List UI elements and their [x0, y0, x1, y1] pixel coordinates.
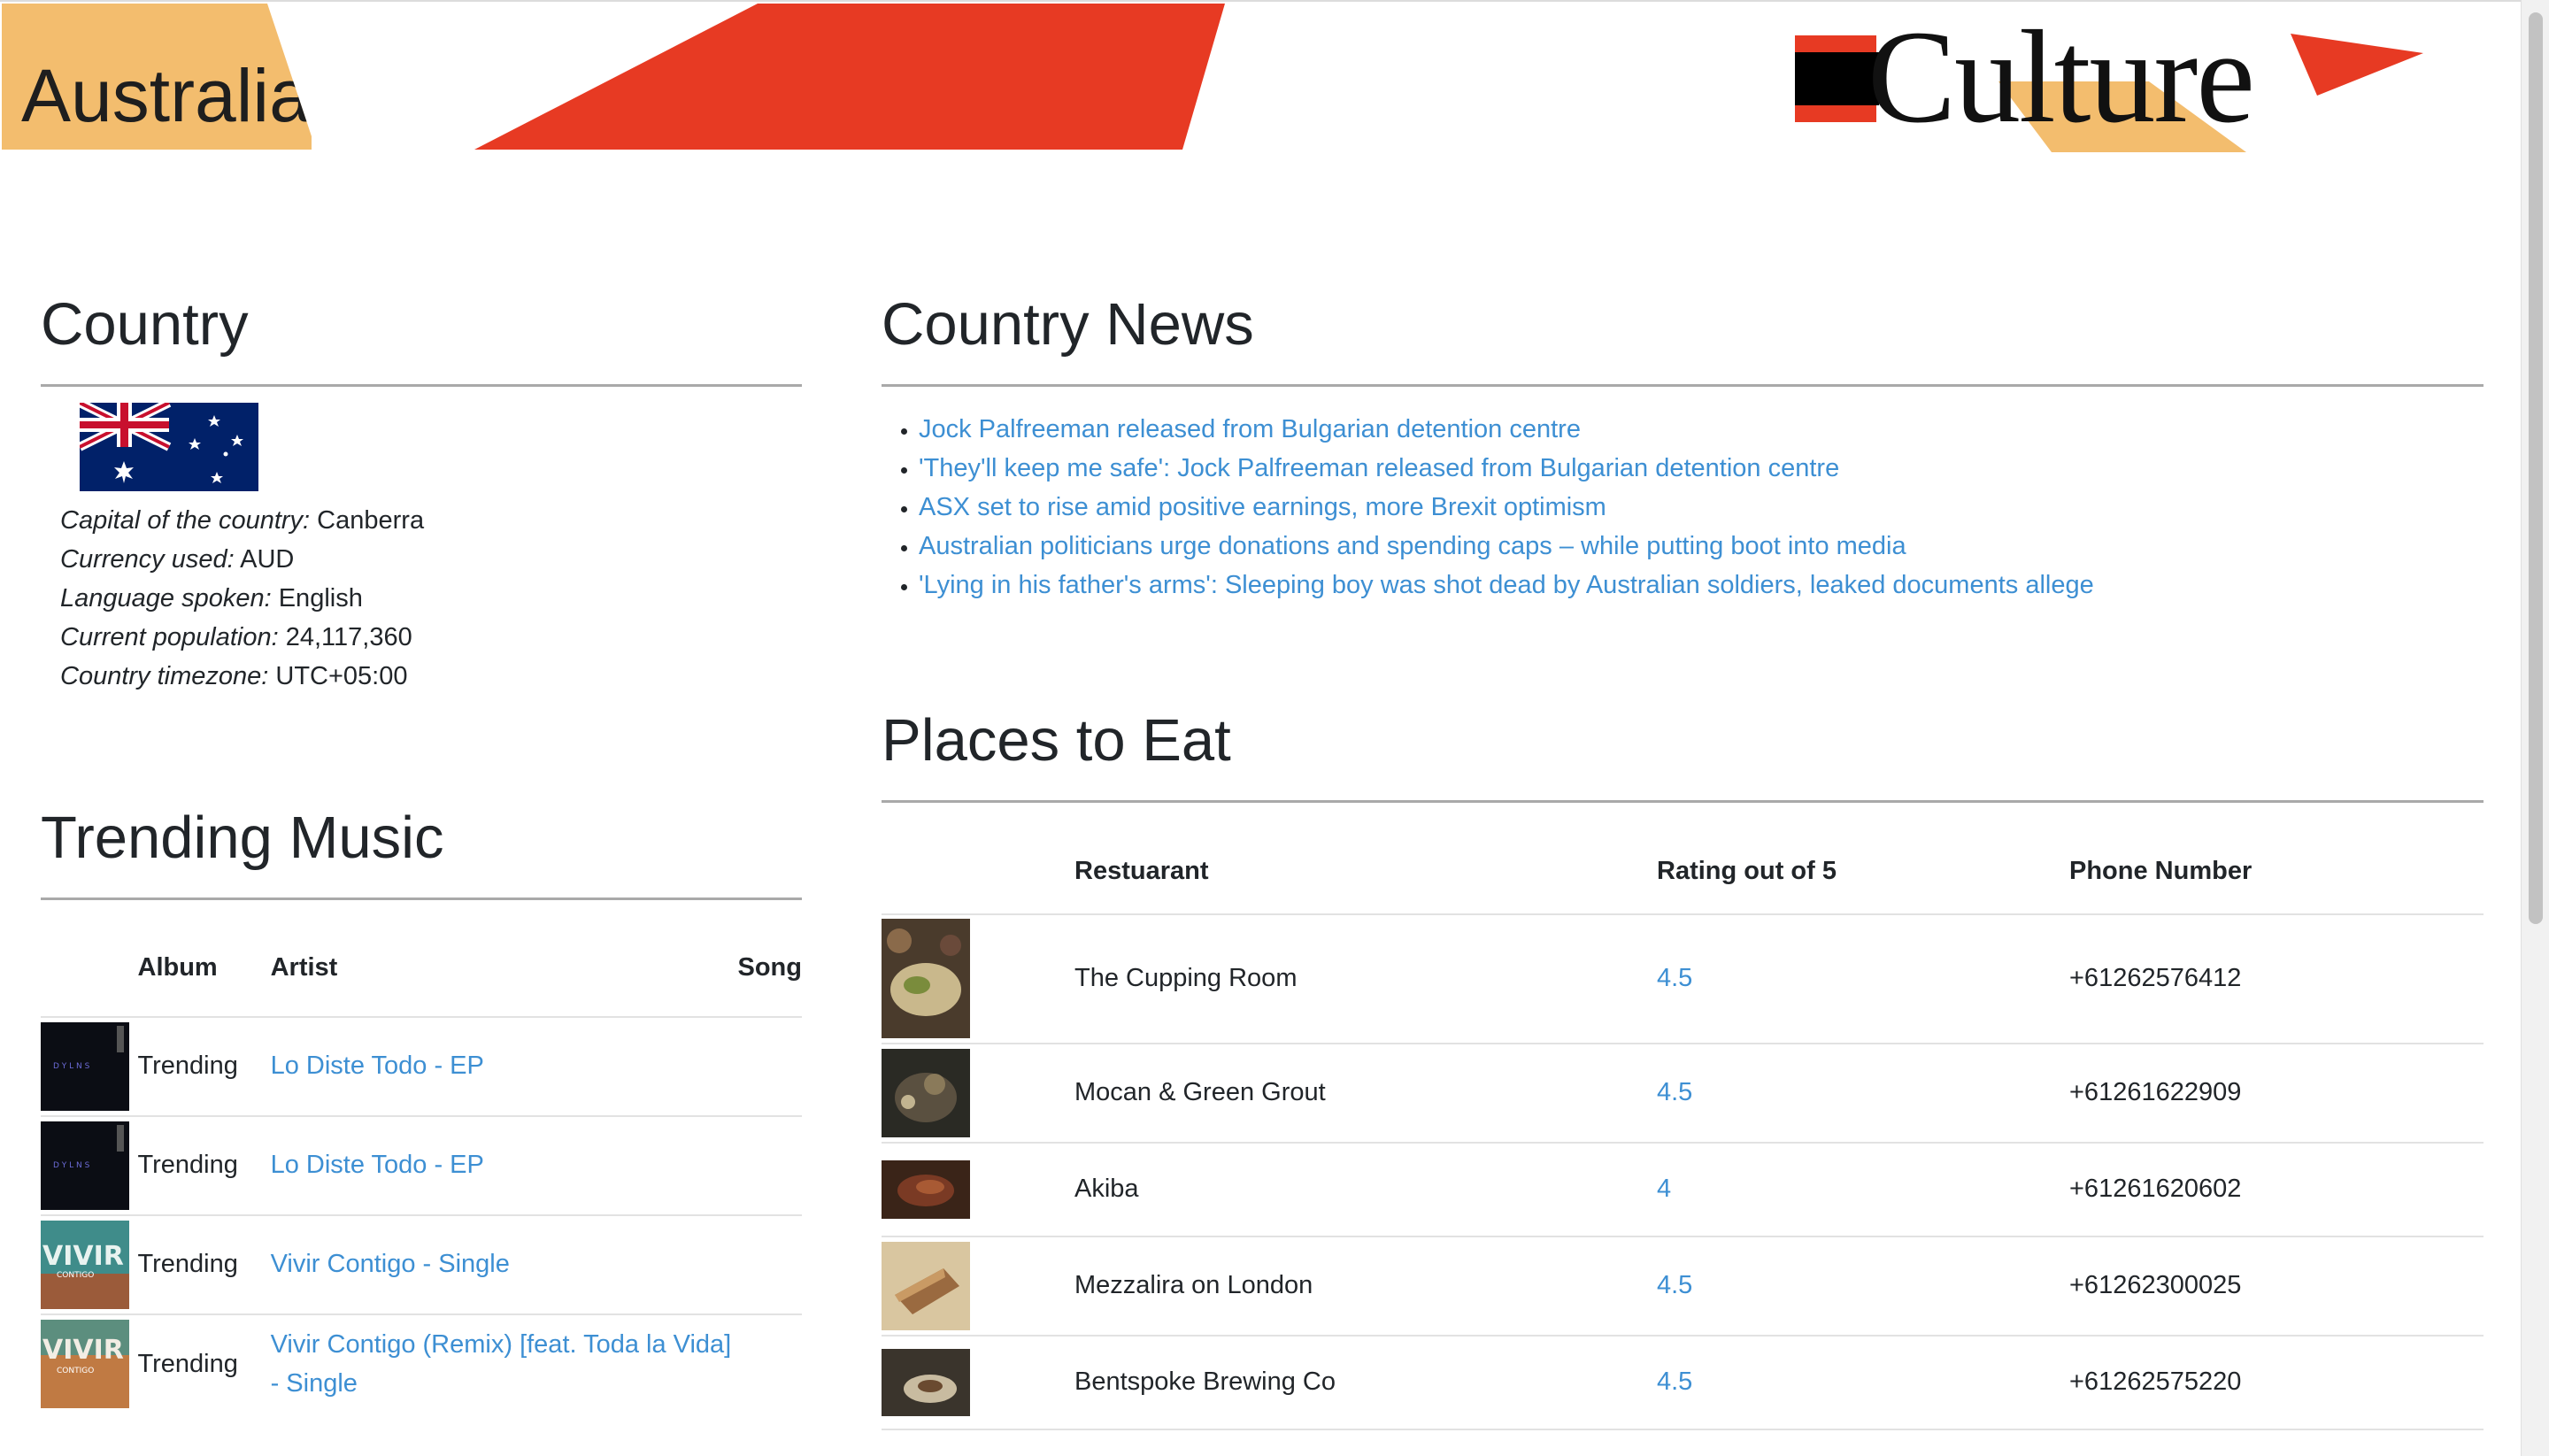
svg-text:D Y L N S: D Y L N S — [53, 1062, 90, 1071]
phone-number: +61262300025 — [2069, 1236, 2484, 1337]
table-row: Akiba 4 +61261620602 — [882, 1142, 2484, 1237]
fact-capital: Capital of the country: Canberra — [60, 506, 425, 535]
svg-text:VIVIR: VIVIR — [42, 1335, 124, 1366]
places-section-title: Places to Eat — [882, 707, 1231, 774]
site-header: Australia Culture — [0, 0, 2521, 152]
restaurant-name: Akiba — [1074, 1142, 1657, 1237]
phone-header: Phone Number — [2069, 828, 2484, 915]
logo-red-triangle — [2291, 34, 2423, 96]
places-divider — [882, 799, 2484, 803]
phone-number: +61261622909 — [2069, 1043, 2484, 1144]
svg-text:CONTIGO: CONTIGO — [57, 1271, 94, 1280]
list-item: ASX set to rise amid positive earnings, … — [919, 488, 2484, 527]
country-section-title: Country — [41, 291, 249, 358]
list-item: 'They'll keep me safe': Jock Palfreeman … — [919, 449, 2484, 488]
news-link[interactable]: ASX set to rise amid positive earnings, … — [919, 493, 1606, 521]
rating-link[interactable]: 4.5 — [1657, 1271, 1692, 1299]
table-row: VIVIR CONTIGO Trending Vivir Contigo - Si… — [41, 1213, 802, 1314]
album-dark-icon[interactable]: D Y L N S — [41, 1121, 129, 1210]
right-column: Country News Jock Palfreeman released fr… — [882, 292, 2484, 1430]
fact-timezone: Country timezone: UTC+05:00 — [60, 662, 408, 690]
table-row: D Y L N S Trending Lo Diste Todo - EP — [41, 1015, 802, 1116]
phone-number: +61261620602 — [2069, 1142, 2484, 1237]
australia-flag-icon — [80, 403, 258, 491]
restaurant-name: The Cupping Room — [1074, 913, 1657, 1044]
album-header: Album — [137, 952, 218, 982]
table-row: Mocan & Green Grout 4.5 +61261622909 — [882, 1043, 2484, 1144]
phone-number: +61262576412 — [2069, 913, 2484, 1044]
news-link[interactable]: Australian politicians urge donations an… — [919, 532, 1906, 560]
rating-link[interactable]: 4.5 — [1657, 964, 1692, 992]
rating-header: Rating out of 5 — [1657, 828, 2069, 915]
news-link[interactable]: 'Lying in his father's arms': Sleeping b… — [919, 571, 2094, 599]
news-link[interactable]: 'They'll keep me safe': Jock Palfreeman … — [919, 454, 1839, 482]
food-photo-icon[interactable] — [882, 1348, 970, 1416]
list-item: Jock Palfreeman released from Bulgarian … — [919, 410, 2484, 449]
logo-text: Culture — [1867, 4, 2255, 150]
culture-logo[interactable]: Culture — [1795, 4, 2423, 152]
trending-music-section: Trending Music Album Artist Song D Y L N… — [41, 805, 802, 1414]
country-facts: Capital of the country: Canberra Currenc… — [60, 501, 424, 696]
music-divider — [41, 897, 802, 900]
fact-language: Language spoken: English — [60, 584, 363, 612]
vertical-scrollbar[interactable] — [2521, 0, 2549, 1456]
food-photo-icon[interactable] — [882, 919, 970, 1039]
places-to-eat-section: Places to Eat Restuarant Rating out of 5… — [882, 708, 2484, 1430]
phone-number: +61262575220 — [2069, 1335, 2484, 1430]
fact-population: Current population: 24,117,360 — [60, 623, 412, 651]
restaurant-name: Mocan & Green Grout — [1074, 1043, 1657, 1144]
song-link[interactable]: Lo Diste Todo - EP — [271, 1052, 484, 1080]
restaurant-name: Bentspoke Brewing Co — [1074, 1335, 1657, 1430]
decorative-red-shape — [474, 4, 1225, 150]
svg-text:D Y L N S: D Y L N S — [53, 1161, 90, 1170]
table-row: D Y L N S Trending Lo Diste Todo - EP — [41, 1114, 802, 1215]
music-section-title: Trending Music — [41, 805, 444, 871]
album-vivir-icon[interactable]: VIVIRCONTIGO — [41, 1220, 129, 1309]
rating-link[interactable]: 4.5 — [1657, 1367, 1692, 1396]
left-column: Country Capital of the country: Canberra… — [41, 291, 802, 1414]
table-row: Mezzalira on London 4.5 +61262300025 — [882, 1236, 2484, 1337]
news-section-title: Country News — [882, 291, 1254, 358]
food-photo-icon[interactable] — [882, 1159, 970, 1219]
rating-link[interactable]: 4 — [1657, 1175, 1671, 1203]
news-link[interactable]: Jock Palfreeman released from Bulgarian … — [919, 415, 1581, 443]
song-link[interactable]: Vivir Contigo - Single — [271, 1250, 510, 1278]
news-list: Jock Palfreeman released from Bulgarian … — [919, 410, 2484, 605]
song-header: Song — [737, 952, 803, 982]
logo-black-bar — [1795, 52, 1879, 105]
song-link[interactable]: Lo Diste Todo - EP — [271, 1151, 484, 1179]
food-photo-icon[interactable] — [882, 1241, 970, 1330]
svg-text:CONTIGO: CONTIGO — [57, 1367, 94, 1375]
fact-currency: Currency used: AUD — [60, 545, 295, 574]
song-link[interactable]: Vivir Contigo (Remix) [feat. Toda la Vid… — [271, 1330, 732, 1398]
svg-text:VIVIR: VIVIR — [42, 1241, 124, 1272]
country-news-section: Country News Jock Palfreeman released fr… — [882, 292, 2484, 605]
album-dark-icon[interactable]: D Y L N S — [41, 1021, 129, 1111]
artist-header: Artist — [270, 952, 338, 982]
music-table: Album Artist Song D Y L N S Trending Lo … — [41, 920, 802, 1414]
list-item: 'Lying in his father's arms': Sleeping b… — [919, 566, 2484, 605]
country-name: Australia — [21, 54, 311, 137]
album-vivir-remix-icon[interactable]: VIVIRCONTIGO — [41, 1320, 129, 1409]
rating-link[interactable]: 4.5 — [1657, 1078, 1692, 1106]
food-photo-icon[interactable] — [882, 1048, 970, 1137]
list-item: Australian politicians urge donations an… — [919, 527, 2484, 566]
places-table: Restuarant Rating out of 5 Phone Number … — [882, 828, 2484, 1430]
table-row: Bentspoke Brewing Co 4.5 +61262575220 — [882, 1335, 2484, 1430]
country-banner: Australia — [2, 4, 312, 150]
scrollbar-thumb[interactable] — [2529, 12, 2543, 924]
restaurant-name: Mezzalira on London — [1074, 1236, 1657, 1337]
news-divider — [882, 383, 2484, 387]
table-row: The Cupping Room 4.5 +61262576412 — [882, 913, 2484, 1044]
table-row: VIVIR CONTIGO Trending Vivir Contigo (Rem… — [41, 1313, 802, 1414]
restaurant-header: Restuarant — [1074, 828, 1657, 915]
country-divider — [41, 383, 802, 387]
